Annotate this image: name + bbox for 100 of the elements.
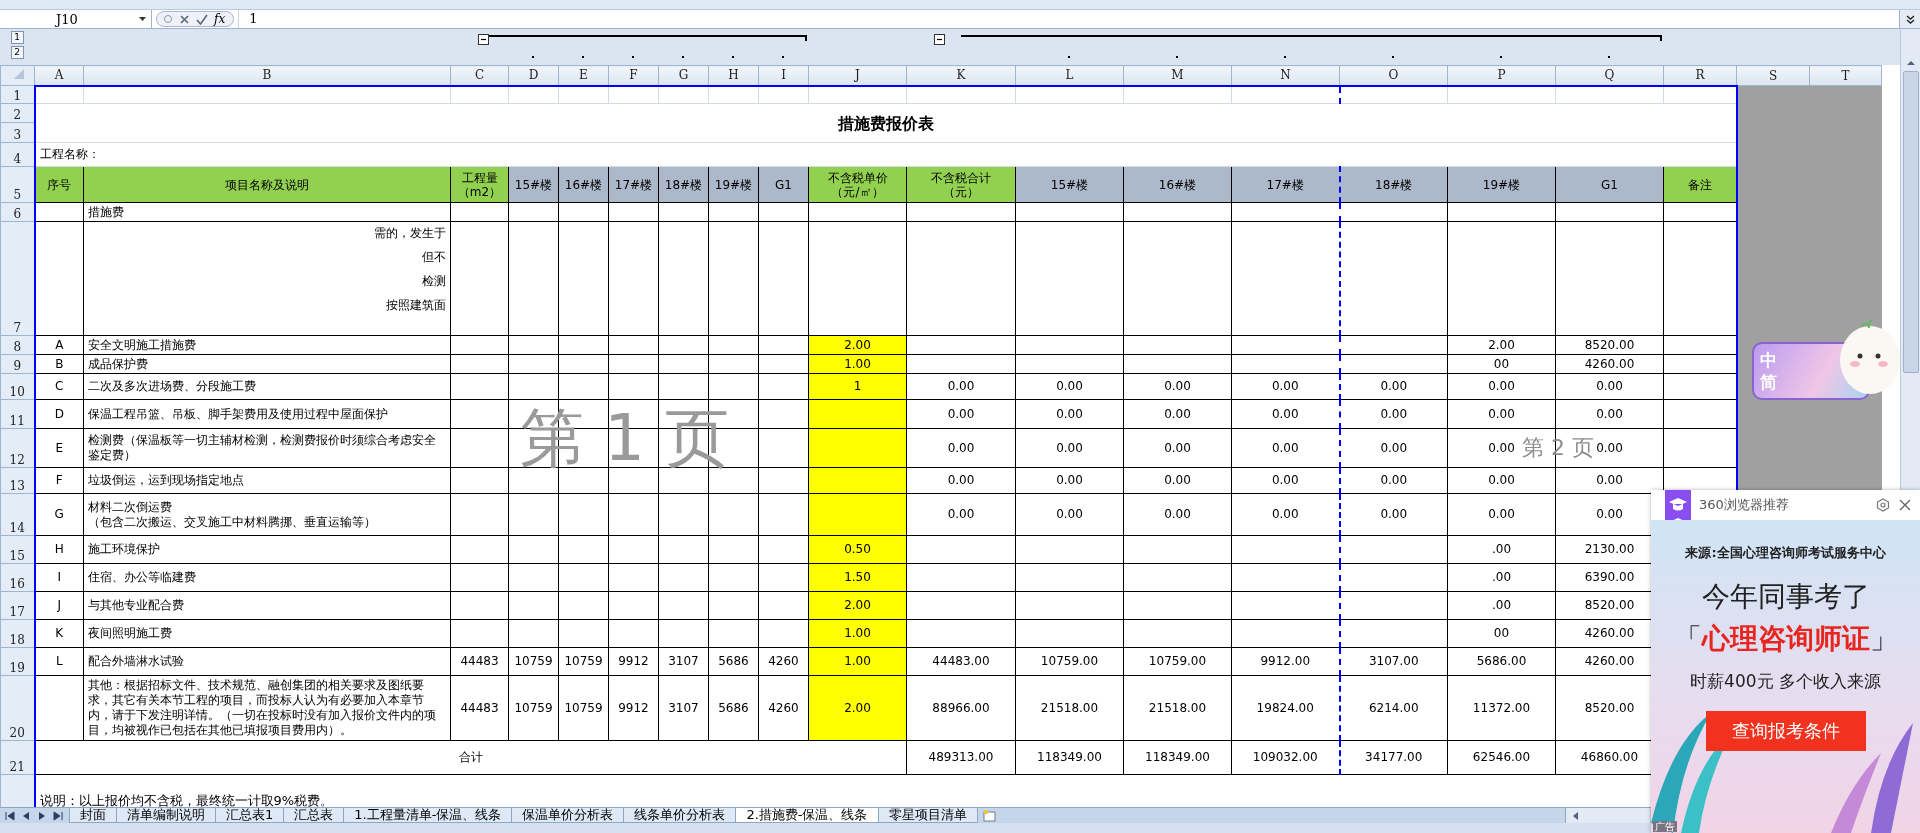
table-cell: 2.00 [808,675,907,741]
ad-headline: 心理咨询师证 [1701,621,1870,657]
column-header[interactable]: F [608,65,659,86]
sheet-tab[interactable]: 封面 [69,808,117,823]
close-icon[interactable] [1898,498,1912,512]
column-header[interactable]: I [758,65,809,86]
column-header[interactable]: Q [1555,65,1664,86]
check-icon[interactable] [196,13,208,25]
column-header[interactable]: T [1809,65,1882,86]
table-cell: 0.00 [1123,493,1232,536]
table-cell: 1.00 [808,619,907,648]
column-header[interactable]: E [558,65,609,86]
query-button[interactable]: 查询报考条件 [1705,711,1866,751]
column-header[interactable]: S [1736,65,1810,86]
sheet-tab[interactable]: 汇总表1 [215,808,285,823]
expand-formula-bar-button[interactable] [1899,10,1920,28]
table-cell: 检测费（保温板等一切主辅材检测，检测费报价时须综合考虑安全鉴定费） [83,428,451,468]
column-heading: G1 [774,177,793,192]
ad-label: 广告 [1653,821,1677,832]
table-cell: 0.00 [1231,467,1340,494]
scroll-thumb[interactable] [1902,71,1919,373]
column-header[interactable]: M [1123,65,1232,86]
column-header[interactable]: N [1231,65,1340,86]
first-sheet-icon[interactable] [4,809,16,822]
row-header[interactable]: 5 [0,166,35,203]
table-cell: C [34,373,84,400]
row-header[interactable]: 20 [0,675,35,741]
horizontal-scrollbar[interactable] [1565,808,1650,823]
collapse-button[interactable] [934,33,945,45]
table-cell: 成品保护费 [83,354,451,374]
table-cell: 2.00 [808,591,907,620]
column-header[interactable]: O [1339,65,1448,86]
sheet-tab[interactable]: 清单编制说明 [116,808,216,823]
column-header[interactable]: C [450,65,509,86]
text-fragment: 检测 [421,274,446,289]
table-cell: 住宿、办公等临建费 [83,563,451,592]
outline-level-button[interactable]: 1 [10,31,24,44]
table-cell: 0.00 [1339,399,1448,429]
table-cell: 施工环境保护 [83,535,451,564]
outline-level-button[interactable]: 2 [10,46,24,59]
table-cell: .00 [1447,535,1556,564]
table-cell: 44483.00 [906,647,1016,676]
row-header[interactable]: 10 [0,373,35,400]
sheet-tab[interactable]: 保温单价分析表 [511,808,625,823]
column-header[interactable]: K [906,65,1016,86]
table-cell: 0.00 [1123,373,1232,400]
row-header[interactable]: 19 [0,647,35,676]
column-header[interactable]: B [83,65,451,86]
column-header[interactable]: H [708,65,759,86]
last-sheet-icon[interactable] [52,809,64,822]
table-cell: B [34,354,84,374]
row-header[interactable]: 13 [0,467,35,494]
column-heading: G1 [1600,177,1619,192]
column-header[interactable]: A [34,65,84,86]
sheet-tab[interactable]: 汇总表 [283,808,345,823]
table-cell: 0.00 [1015,373,1124,400]
column-heading: 序号 [46,177,73,192]
table-cell: 0.00 [1123,399,1232,429]
table-cell: 8520.00 [1555,335,1664,355]
column-header[interactable]: J [808,65,907,86]
column-header[interactable]: R [1663,65,1737,86]
sheet-tab[interactable]: 2.措施费-保温、线条 [735,808,879,823]
ad-source: 360浏览器推荐 [1699,496,1790,514]
row-header[interactable]: 11 [0,399,35,429]
sheet-tab[interactable]: 1.工程量清单-保温、线条 [343,808,513,823]
column-header[interactable]: P [1447,65,1556,86]
column-heading: 不含税合计 [930,170,992,185]
row-header[interactable]: 3 [0,122,35,143]
collapse-button[interactable] [478,33,489,45]
table-cell: 配合外墙淋水试验 [83,647,451,676]
table-cell: 夜间照明施工费 [83,619,451,648]
sheet-tab[interactable]: 零星项目清单 [877,808,978,823]
row-header[interactable]: 18 [0,619,35,648]
row-header[interactable]: 21 [0,740,35,775]
vertical-scrollbar[interactable] [1900,29,1920,490]
column-heading: （m2） [456,184,503,199]
table-cell: 10759.00 [1123,647,1232,676]
table-cell: 9912 [608,647,659,676]
table-cell: 0.00 [1231,373,1340,400]
column-header[interactable]: D [508,65,559,86]
row-header[interactable]: 4 [0,142,35,167]
dropdown-caret-icon[interactable] [138,16,147,22]
table-cell: 5686.00 [1447,647,1556,676]
row-header[interactable]: 16 [0,563,35,592]
settings-icon[interactable] [1876,498,1890,512]
table-cell: I [34,563,84,592]
table-cell: 109032.00 [1231,740,1340,775]
row-header[interactable]: 14 [0,493,35,536]
name-box[interactable]: J10 [0,10,152,28]
row-header[interactable]: 15 [0,535,35,564]
column-header[interactable]: G [658,65,709,86]
table-cell: 2.00 [1447,335,1556,355]
sheet-tab[interactable]: 线条单价分析表 [623,808,737,823]
cancel-icon[interactable] [179,13,190,25]
row-header[interactable]: 17 [0,591,35,620]
column-header[interactable]: L [1015,65,1124,86]
row-header[interactable]: 7 [0,221,35,336]
row-header[interactable]: 12 [0,428,35,468]
insert-function-button[interactable]: fx [214,12,226,26]
total-label: 合计 [34,740,907,775]
